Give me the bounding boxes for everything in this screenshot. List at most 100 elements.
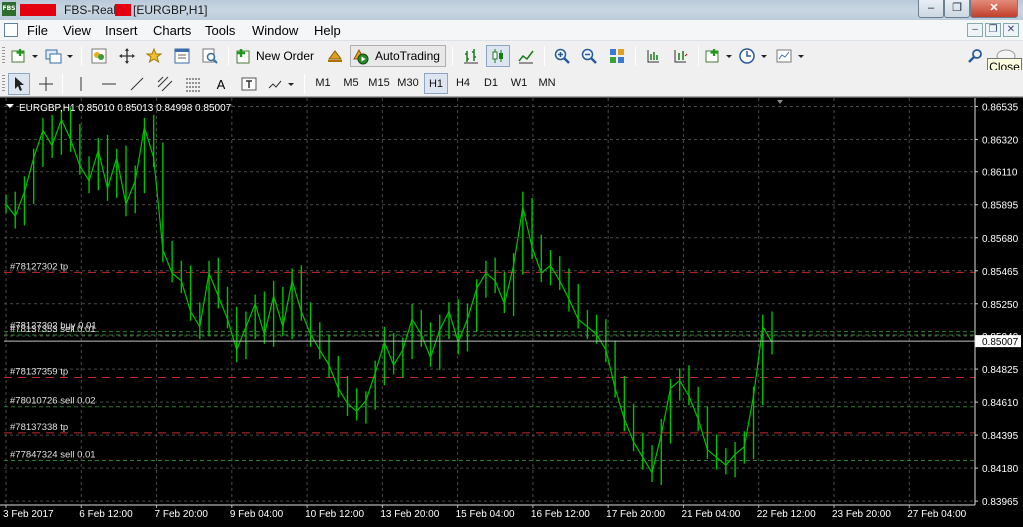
redacted-account	[20, 4, 56, 16]
menu-file[interactable]: File	[27, 23, 48, 38]
timeframe-h1[interactable]: H1	[424, 73, 448, 94]
x-tick-label: 7 Feb 20:00	[155, 509, 209, 520]
new-chart-button[interactable]	[9, 45, 41, 67]
tile-windows-icon	[610, 49, 624, 63]
auto-scroll-icon	[674, 50, 688, 63]
y-tick-label: 0.86535	[982, 102, 1019, 113]
x-tick-label: 9 Feb 04:00	[230, 509, 284, 520]
timeframe-h4[interactable]: H4	[451, 73, 475, 94]
timeframe-w1[interactable]: W1	[507, 73, 531, 94]
text-label-icon	[241, 77, 257, 91]
fibonacci-button[interactable]	[182, 73, 204, 95]
timeframe-d1[interactable]: D1	[479, 73, 503, 94]
standard-toolbar: New Order AutoTrading	[0, 42, 1023, 70]
line-chart-button[interactable]	[514, 45, 538, 67]
drawing-toolbar: A M1 M5 M15 M30 H1 H4 D1 W1 MN	[0, 70, 1023, 97]
indicators-button[interactable]	[703, 45, 735, 67]
chart-shift-button[interactable]	[641, 45, 665, 67]
timeframe-m30[interactable]: M30	[395, 73, 421, 94]
timeframe-mn[interactable]: MN	[535, 73, 559, 94]
search-icon	[968, 49, 982, 63]
auto-scroll-button[interactable]	[668, 45, 692, 67]
minimize-button[interactable]: –	[918, 0, 944, 18]
autotrading-button[interactable]: AutoTrading	[350, 45, 446, 67]
zoom-out-button[interactable]	[577, 45, 601, 67]
toolbar-separator	[81, 46, 82, 66]
chart-window-icon[interactable]	[4, 23, 18, 37]
market-watch-button[interactable]	[88, 45, 110, 67]
x-tick-label: 6 Feb 12:00	[79, 509, 133, 520]
text-label-button[interactable]	[238, 73, 260, 95]
profiles-button[interactable]	[44, 45, 76, 67]
horizontal-line-button[interactable]	[98, 73, 120, 95]
fibonacci-icon	[186, 78, 200, 92]
arrows-button[interactable]	[266, 73, 298, 95]
toolbar-grip[interactable]	[2, 75, 5, 93]
new-chart-icon	[11, 49, 38, 63]
mdi-minimize-button[interactable]: –	[967, 23, 983, 37]
trendline-icon	[130, 77, 144, 91]
templates-button[interactable]	[775, 45, 807, 67]
new-order-label: New Order	[256, 49, 315, 63]
channel-icon	[157, 76, 173, 92]
close-window-button[interactable]: ✕	[970, 0, 1018, 18]
toolbar-grip[interactable]	[2, 47, 5, 65]
menu-help[interactable]: Help	[314, 23, 341, 38]
profiles-icon	[45, 49, 73, 64]
strategy-tester-button[interactable]	[199, 45, 221, 67]
tile-windows-button[interactable]	[605, 45, 629, 67]
y-tick-label: 0.85680	[982, 234, 1019, 245]
terminal-button[interactable]	[171, 45, 193, 67]
horizontal-line-icon	[102, 83, 116, 85]
menu-charts[interactable]: Charts	[153, 23, 191, 38]
crosshair-move-icon	[119, 48, 135, 64]
timeframe-m5[interactable]: M5	[339, 73, 363, 94]
navigator-button[interactable]	[143, 45, 165, 67]
clock-icon	[739, 48, 767, 64]
mdi-close-button[interactable]: ✕	[1003, 23, 1019, 37]
market-watch-icon	[91, 48, 107, 64]
price-chart[interactable]: 3 Feb 2017 6 Feb 12:00 7 Feb 20:00 9 Feb 04…	[0, 98, 1023, 527]
data-window-button[interactable]	[116, 45, 138, 67]
zoom-in-icon	[554, 48, 570, 64]
vertical-line-button[interactable]	[70, 73, 92, 95]
expert-advisors-button[interactable]	[324, 45, 346, 67]
menu-tools[interactable]: Tools	[205, 23, 235, 38]
search-button[interactable]	[965, 45, 985, 67]
toolbar-separator	[452, 46, 453, 66]
restore-button[interactable]: ❐	[944, 0, 970, 18]
x-tick-label: 23 Feb 20:00	[832, 509, 891, 520]
new-order-button[interactable]: New Order	[234, 45, 320, 67]
bar-chart-button[interactable]	[459, 45, 483, 67]
tester-magnifier-icon	[202, 48, 218, 64]
timeframe-m15[interactable]: M15	[366, 73, 392, 94]
chart-window[interactable]: 3 Feb 2017 6 Feb 12:00 7 Feb 20:00 9 Feb 04…	[0, 97, 1023, 527]
y-tick-label: 0.85895	[982, 201, 1019, 212]
equidistant-channel-button[interactable]	[154, 73, 176, 95]
periods-button[interactable]	[738, 45, 770, 67]
menu-view[interactable]: View	[63, 23, 91, 38]
timeframe-m1[interactable]: M1	[311, 73, 335, 94]
x-tick-label: 3 Feb 2017	[3, 509, 54, 520]
y-tick-label: 0.84180	[982, 464, 1019, 475]
trendline-button[interactable]	[126, 73, 148, 95]
y-tick-label: 0.86320	[982, 135, 1019, 146]
autotrading-icon	[353, 48, 369, 65]
cursor-arrow-icon	[15, 77, 24, 91]
menu-window[interactable]: Window	[252, 23, 298, 38]
zoom-in-button[interactable]	[550, 45, 574, 67]
candlestick-chart-button[interactable]	[486, 45, 510, 67]
current-price-label: 0.85007	[982, 337, 1019, 348]
y-tick-label: 0.85250	[982, 300, 1019, 311]
cursor-tool-button[interactable]	[8, 73, 30, 95]
order-label: #78137359 tp	[10, 367, 68, 378]
crosshair-tool-button[interactable]	[35, 73, 57, 95]
y-tick-label: 0.86110	[982, 168, 1018, 179]
text-tool-button[interactable]: A	[210, 73, 232, 95]
autotrading-label: AutoTrading	[375, 49, 440, 63]
menu-insert[interactable]: Insert	[105, 23, 138, 38]
toolbar-separator	[304, 74, 305, 94]
candlestick-icon	[492, 49, 503, 63]
chart-header: EURGBP,H1 0.85010 0.85013 0.84998 0.8500…	[19, 103, 232, 114]
mdi-restore-button[interactable]: ❐	[985, 23, 1001, 37]
